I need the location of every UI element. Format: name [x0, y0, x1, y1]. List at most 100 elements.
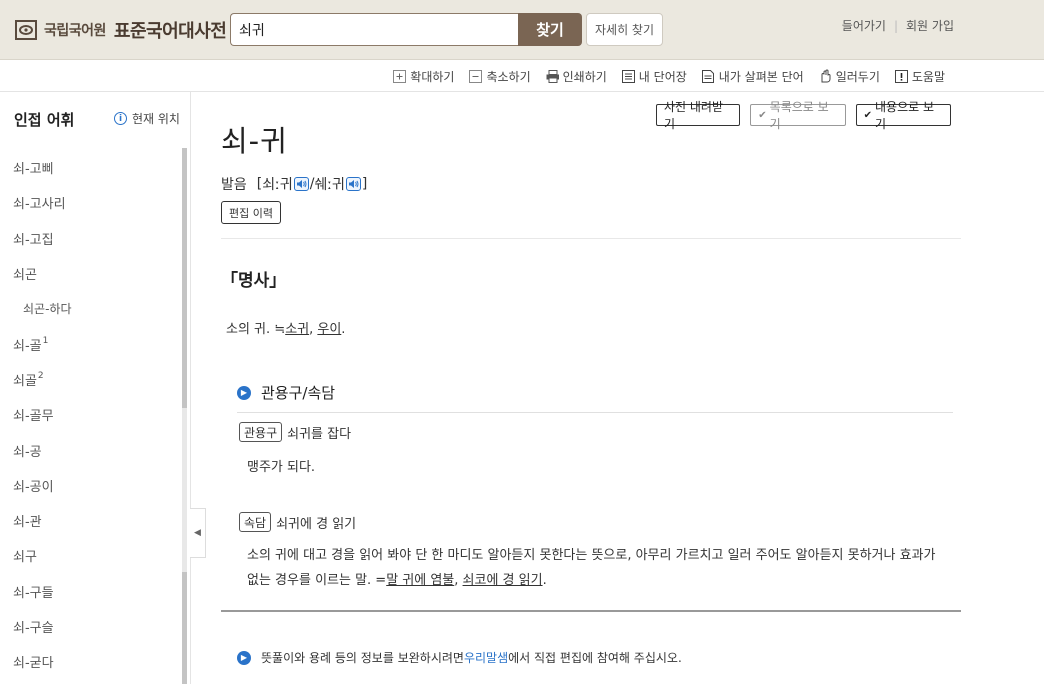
- list-item-label: 쇠-구들: [13, 585, 54, 601]
- proverb-text: 쇠귀에 경 읽기: [276, 516, 357, 532]
- list-item-label: 쇠-구슬: [13, 621, 54, 636]
- speaker-icon[interactable]: [345, 177, 361, 191]
- edit-history-button[interactable]: 편집 이력: [221, 201, 281, 224]
- header: 국립국어원 표준국어대사전 찾기 자세히 찾기 들어가기 | 회원 가입: [0, 0, 1044, 60]
- view-options: 사전 내려받기 ✔ 목록으로 보기 ✔ 내용으로 보기: [656, 100, 961, 131]
- list-item[interactable]: 쇠곤-하다: [0, 291, 180, 326]
- pronunciation-2: 쉐ː귀: [314, 177, 345, 193]
- list-item-label: 쇠골: [13, 373, 37, 389]
- content-view-button[interactable]: ✔ 내용으로 보기: [855, 100, 951, 131]
- detail-search-button[interactable]: 자세히 찾기: [586, 13, 663, 46]
- period: .: [542, 573, 547, 588]
- signup-link[interactable]: 회원 가입: [906, 17, 954, 34]
- list-item-label: 쇠-공이: [13, 479, 54, 495]
- help-label: 도움말: [911, 69, 945, 84]
- list-item[interactable]: 쇠-고삐: [0, 150, 180, 185]
- list-item-label: 쇠곤: [13, 268, 37, 284]
- list-view-button[interactable]: ✔ 목록으로 보기: [750, 100, 846, 131]
- synonym-link[interactable]: 소귀: [285, 322, 309, 337]
- list-item[interactable]: 쇠골 2: [0, 362, 180, 397]
- my-wordbook-button[interactable]: 내 단어장: [621, 68, 687, 85]
- divider: [237, 412, 953, 413]
- exclamation-box-icon: [894, 69, 908, 83]
- list-item[interactable]: 쇠-고집: [0, 221, 180, 256]
- list-item-label: 쇠-공: [13, 444, 42, 460]
- zoom-out-label: 축소하기: [486, 69, 531, 84]
- definition: 소의 귀. ≒소귀, 우이.: [226, 318, 345, 337]
- proverb-tag: 속담: [239, 512, 272, 532]
- search-button[interactable]: 찾기: [518, 13, 582, 46]
- idiom-entry: 관용구 쇠귀를 잡다: [239, 422, 351, 442]
- notice-text-end: 에서 직접 편집에 참여해 주십시오.: [508, 651, 682, 665]
- list-item[interactable]: 쇠-구슬: [0, 609, 180, 644]
- my-wordbook-label: 내 단어장: [638, 69, 687, 84]
- urimalsaem-link[interactable]: 우리말샘: [464, 649, 508, 666]
- adjacent-word-list: 쇠-고삐 쇠-고사리 쇠-고집 쇠곤 쇠곤-하다 쇠-골 1 쇠골 2 쇠-골무 쇠…: [0, 150, 180, 679]
- search-input[interactable]: [230, 13, 519, 46]
- list-item[interactable]: 쇠곤: [0, 256, 180, 291]
- list-item[interactable]: 쇠-골무: [0, 397, 180, 432]
- list-icon: [621, 69, 635, 83]
- speaker-icon[interactable]: [293, 177, 309, 191]
- guide-label: 일러두기: [835, 69, 880, 84]
- bracket: ]: [361, 176, 368, 192]
- adjacent-words-sidebar: 인접 어휘 i 현재 위치 쇠-고삐 쇠-고사리 쇠-고집 쇠곤 쇠곤-하다 쇠…: [0, 92, 191, 684]
- document-icon: [702, 69, 715, 83]
- related-proverb-link[interactable]: 쇠코에 경 읽기: [463, 573, 543, 588]
- guide-button[interactable]: 일러두기: [819, 68, 880, 85]
- list-item-label: 쇠-고삐: [13, 162, 54, 178]
- section-title-label: 관용구/속담: [261, 384, 336, 402]
- zoom-in-button[interactable]: 확대하기: [393, 68, 454, 85]
- pronunciation: 발음 [ 쇠ː귀 / 쉐ː귀 ]: [221, 174, 367, 194]
- proverb-definition: 소의 귀에 대고 경을 읽어 봐야 단 한 마디도 알아듣지 못한다는 뜻으로,…: [247, 543, 937, 593]
- definition-text: 소의 귀. ≒: [226, 322, 286, 337]
- list-item[interactable]: 쇠-고사리: [0, 185, 180, 220]
- chevron-right-circle-icon: ▶: [237, 650, 251, 665]
- logo-icon: [14, 18, 38, 42]
- idioms-section-title: ▶ 관용구/속담: [237, 382, 335, 403]
- dictionary-download-button[interactable]: 사전 내려받기: [656, 100, 741, 131]
- check-icon: ✔: [758, 109, 767, 121]
- login-link[interactable]: 들어가기: [842, 17, 886, 34]
- print-button[interactable]: 인쇄하기: [546, 68, 607, 85]
- list-item-label: 쇠-골무: [13, 409, 54, 425]
- list-item-label: 쇠-고집: [13, 232, 54, 248]
- pronunciation-label: 발음: [221, 177, 247, 193]
- proverb-definition-text: 소의 귀에 대고 경을 읽어 봐야 단 한 마디도 알아듣지 못한다는 뜻으로,…: [247, 548, 936, 588]
- comma: ,: [454, 573, 463, 588]
- sidebar-scrollbar-thumb-lower[interactable]: [182, 572, 187, 684]
- sidebar-scrollbar-thumb[interactable]: [182, 148, 187, 408]
- idiom-tag: 관용구: [239, 422, 283, 442]
- current-location-label: 현재 위치: [132, 112, 180, 126]
- list-item-label: 쇠-고사리: [13, 197, 66, 213]
- divider: |: [893, 18, 899, 33]
- viewed-words-label: 내가 살펴본 단어: [718, 69, 804, 84]
- hand-icon: [819, 69, 832, 83]
- list-item[interactable]: 쇠-굳다: [0, 644, 180, 679]
- logo-title: 표준국어대사전: [113, 21, 227, 42]
- toolbar: 확대하기 축소하기 인쇄하기 내 단어장 내가 살펴본 단어 일러두기 도움말: [0, 61, 1044, 92]
- synonym-link[interactable]: 우이: [317, 322, 341, 337]
- plus-box-icon: [393, 69, 407, 83]
- current-location-button[interactable]: i 현재 위치: [114, 110, 180, 127]
- edit-notice: ▶ 뜻풀이와 용례 등의 정보를 보완하시려면 우리말샘 에서 직접 편집에 참여…: [237, 649, 682, 666]
- divider: [221, 238, 961, 239]
- list-item[interactable]: 쇠-공이: [0, 468, 180, 503]
- viewed-words-button[interactable]: 내가 살펴본 단어: [702, 68, 804, 85]
- zoom-out-button[interactable]: 축소하기: [469, 68, 531, 85]
- list-item[interactable]: 쇠-골 1: [0, 326, 180, 361]
- idiom-definition: 맹주가 되다.: [247, 460, 316, 475]
- minus-box-icon: [469, 69, 483, 83]
- related-proverb-link[interactable]: 말 귀에 염불: [386, 573, 454, 588]
- list-item[interactable]: 쇠구: [0, 538, 180, 573]
- list-item[interactable]: 쇠-구들: [0, 574, 180, 609]
- sidebar-collapse-button[interactable]: ◀: [190, 508, 206, 558]
- account-links: 들어가기 | 회원 가입: [842, 17, 954, 34]
- idiom-text: 쇠귀를 잡다: [287, 426, 352, 442]
- logo[interactable]: 국립국어원 표준국어대사전: [14, 16, 227, 44]
- list-item[interactable]: 쇠-공: [0, 432, 180, 467]
- notice-text: 뜻풀이와 용례 등의 정보를 보완하시려면: [261, 651, 464, 665]
- help-button[interactable]: 도움말: [894, 68, 945, 85]
- homonym-number: 2: [37, 371, 44, 382]
- list-item[interactable]: 쇠-관: [0, 503, 180, 538]
